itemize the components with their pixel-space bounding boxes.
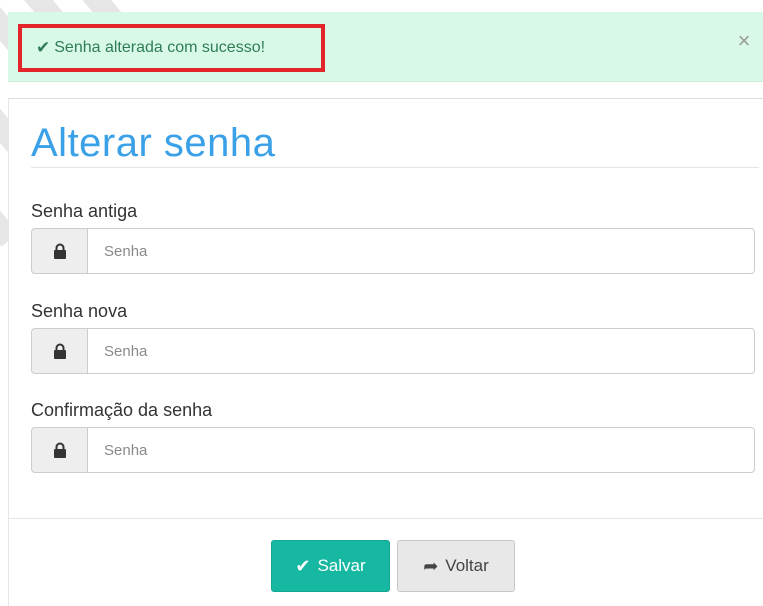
- close-icon[interactable]: ×: [733, 30, 755, 52]
- success-alert: ✔ Senha alterada com sucesso! ×: [8, 12, 763, 82]
- confirm-password-label: Confirmação da senha: [31, 400, 213, 420]
- old-password-input[interactable]: [87, 228, 755, 274]
- confirm-password-input[interactable]: [87, 427, 755, 473]
- lock-icon: [31, 427, 87, 473]
- new-password-group: [31, 328, 755, 374]
- old-password-group: [31, 228, 755, 274]
- save-button-label: Salvar: [317, 556, 366, 575]
- checkmark-icon: ✔: [36, 38, 51, 57]
- save-button[interactable]: ✔ Salvar: [271, 540, 390, 592]
- new-password-input[interactable]: [87, 328, 755, 374]
- checkmark-icon: ✔: [295, 555, 311, 576]
- lock-icon: [31, 328, 87, 374]
- title-divider: [31, 167, 759, 168]
- lock-icon: [31, 228, 87, 274]
- share-arrow-icon: ➦: [423, 555, 439, 576]
- back-button-label: Voltar: [445, 556, 489, 575]
- alert-message: Senha alterada com sucesso!: [54, 39, 266, 56]
- page-title: Alterar senha: [31, 121, 276, 165]
- old-password-label: Senha antiga: [31, 201, 138, 221]
- change-password-panel: Alterar senha Senha antiga Senha nova Co…: [8, 98, 763, 606]
- footer-divider: [9, 518, 763, 519]
- back-button[interactable]: ➦ Voltar: [397, 540, 515, 592]
- confirm-password-group: [31, 427, 755, 473]
- new-password-label: Senha nova: [31, 301, 128, 321]
- alert-highlight: ✔ Senha alterada com sucesso!: [18, 24, 325, 72]
